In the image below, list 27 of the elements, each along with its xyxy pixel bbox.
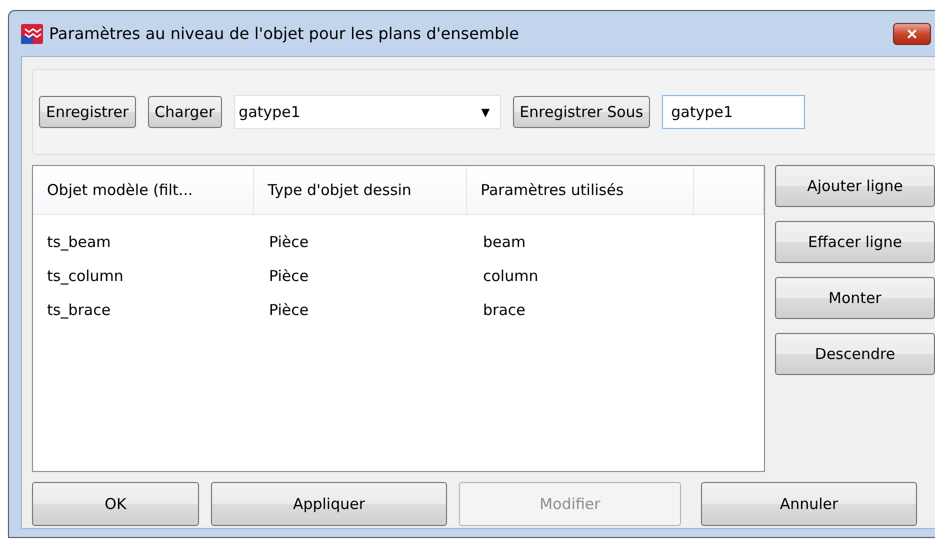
table-cell-text: column	[482, 267, 540, 285]
table-cell-text: Pièce	[268, 301, 310, 319]
close-button[interactable]: ×	[893, 22, 931, 44]
table-cell-text: brace	[482, 301, 526, 319]
column-header[interactable]: Paramètres utilisés	[466, 166, 694, 214]
save-as-button[interactable]: Enregistrer Sous	[512, 96, 650, 128]
load-button[interactable]: Charger	[148, 96, 222, 128]
name-field[interactable]: gatype1	[662, 95, 806, 129]
row-action-button[interactable]: Monter	[775, 277, 935, 319]
column-header[interactable]: Objet modèle (filt...	[33, 166, 254, 214]
row-action-button[interactable]: Ajouter ligne	[775, 165, 935, 207]
row-action-button[interactable]: Descendre	[775, 333, 935, 375]
dialog-button[interactable]: Appliquer	[211, 482, 447, 526]
row-action-button[interactable]: Effacer ligne	[775, 221, 935, 263]
save-button[interactable]: Enregistrer	[39, 96, 136, 128]
column-header[interactable]: Type d'objet dessin	[254, 166, 467, 214]
table-cell-text: ts_column	[46, 267, 124, 285]
dialog-button[interactable]: Annuler	[701, 482, 917, 526]
table-cell-text: beam	[482, 233, 527, 251]
table-cell-text: ts_brace	[46, 301, 112, 319]
table-cell-text: Pièce	[268, 267, 310, 285]
preset-dropdown[interactable]: gatype1 ▼	[234, 95, 501, 129]
table-cell-text: Pièce	[268, 233, 310, 251]
table-cell-text: ts_beam	[46, 233, 112, 251]
app-logo-icon	[21, 24, 43, 44]
dialog-button[interactable]: OK	[32, 482, 199, 526]
window-title: Paramètres au niveau de l'objet pour les plans d'ensemble	[49, 24, 520, 43]
